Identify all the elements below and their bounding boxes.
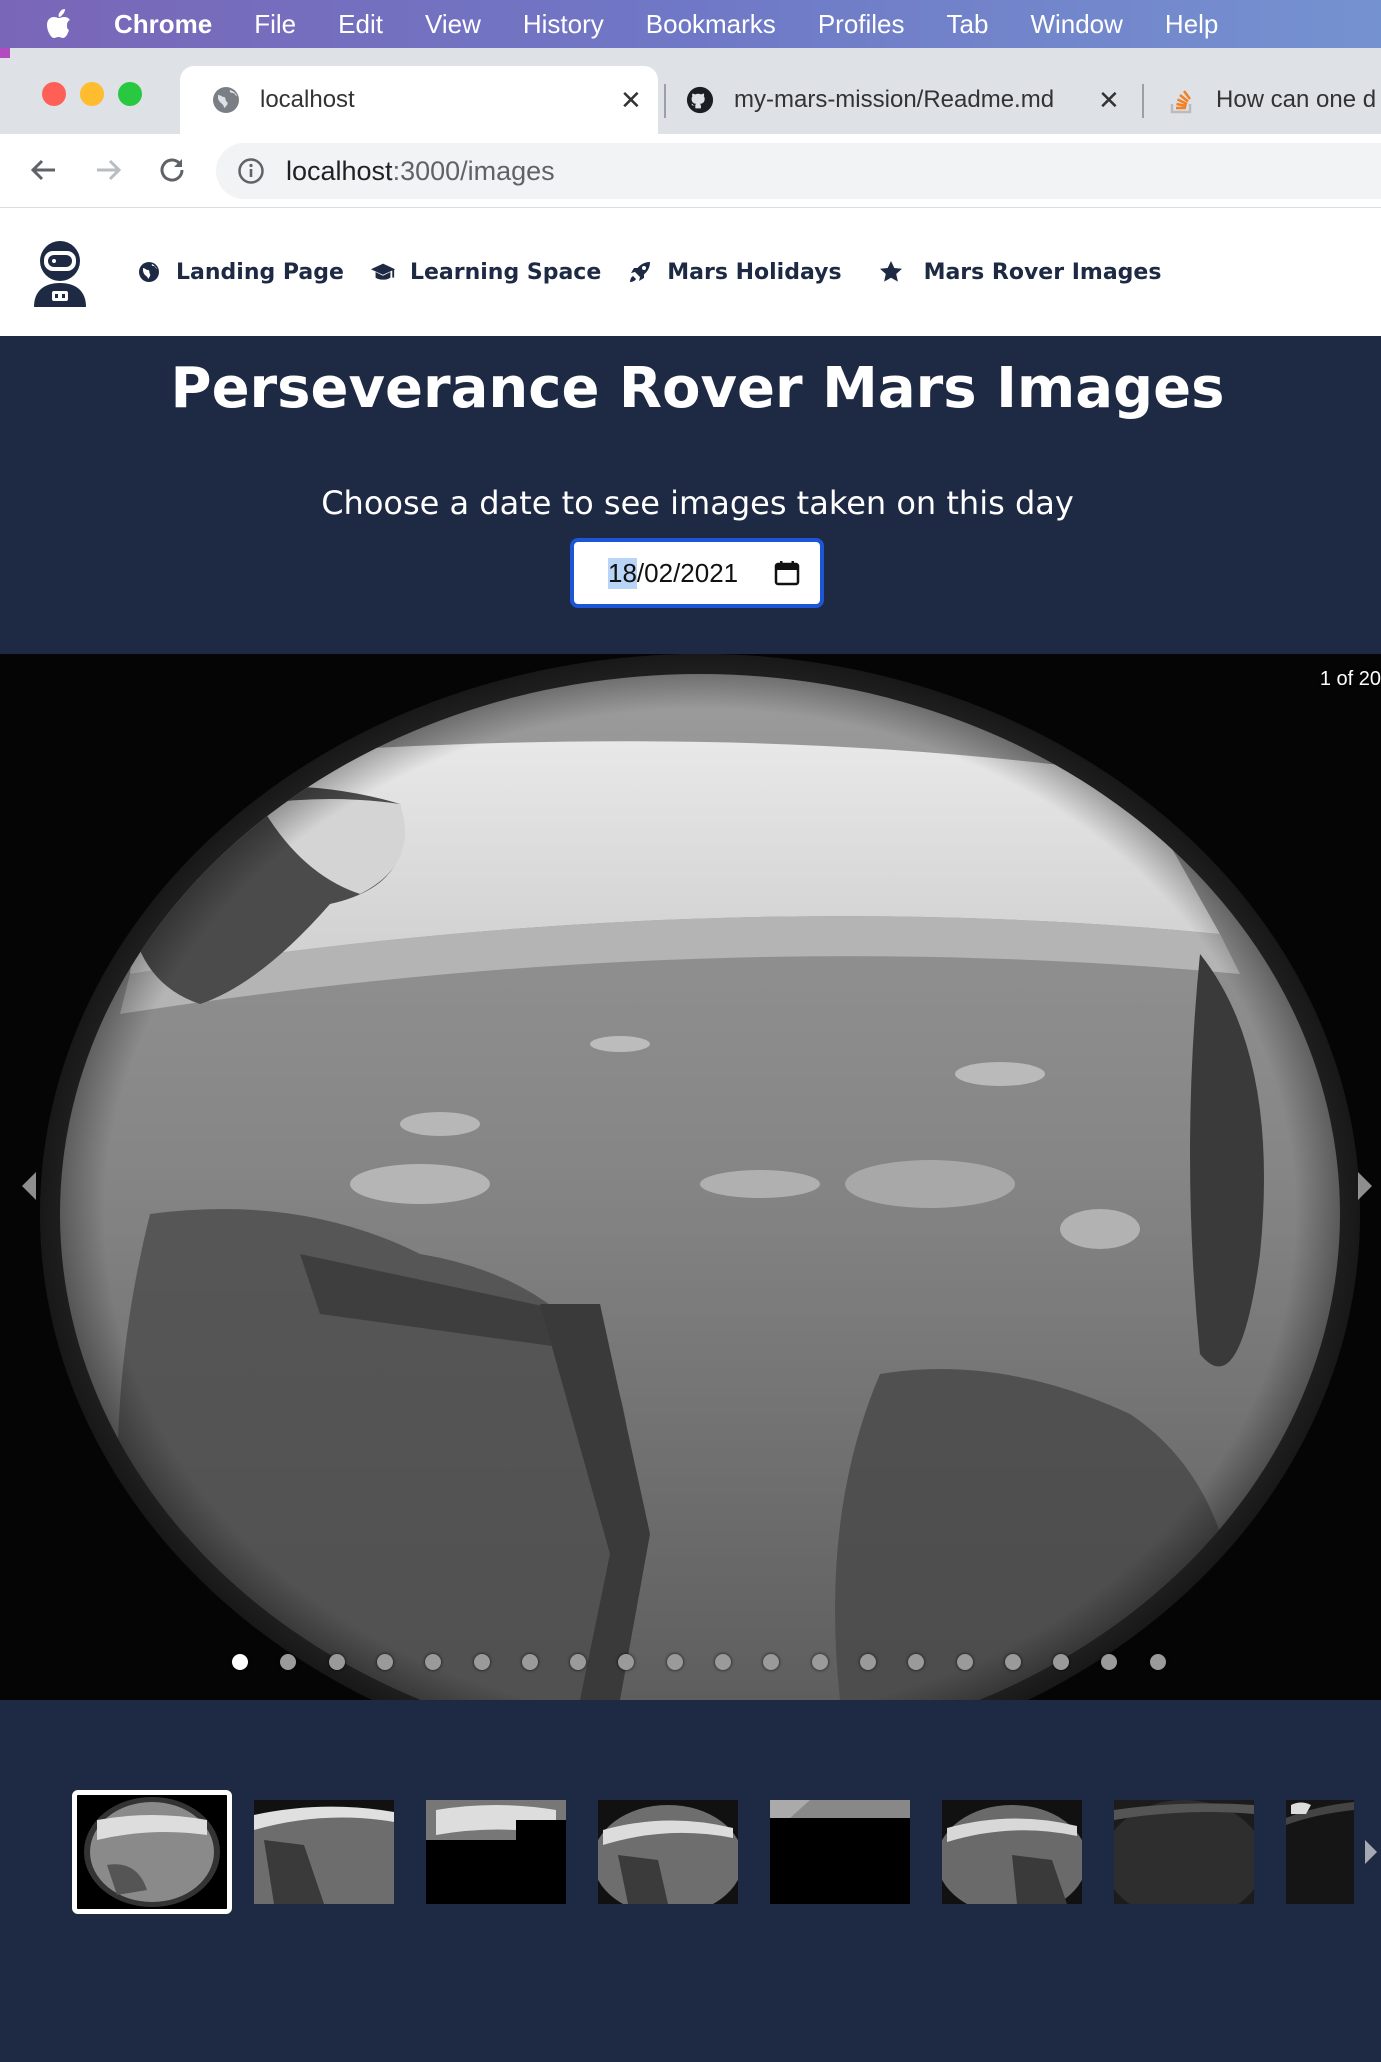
star-icon	[878, 259, 904, 285]
nav-link-label: Landing Page	[176, 259, 344, 285]
stackoverflow-icon	[1168, 86, 1196, 114]
window-controls	[42, 82, 142, 106]
thumbnail-next-arrow-icon[interactable]	[1359, 1836, 1381, 1868]
thumbnail-5[interactable]	[770, 1800, 910, 1904]
tab-stackoverflow[interactable]: How can one d	[1168, 66, 1381, 134]
tab-close-button[interactable]: ✕	[1098, 85, 1120, 116]
apple-icon[interactable]	[44, 9, 74, 39]
macos-menu-bar: Chrome File Edit View History Bookmarks …	[0, 0, 1381, 48]
carousel-dot-17[interactable]	[1004, 1654, 1021, 1670]
nav-mars-rover-images[interactable]: Mars Rover Images	[878, 259, 1162, 285]
thumbnail-3[interactable]	[426, 1800, 566, 1904]
tab-close-button[interactable]: ✕	[620, 85, 642, 116]
menu-view[interactable]: View	[425, 9, 481, 40]
menu-app-chrome[interactable]: Chrome	[114, 9, 212, 40]
arrow-left-icon	[29, 155, 59, 189]
window-corner	[0, 48, 10, 58]
carousel-dot-4[interactable]	[376, 1654, 393, 1670]
menu-bookmarks[interactable]: Bookmarks	[646, 9, 776, 40]
menu-history[interactable]: History	[523, 9, 604, 40]
tab-separator	[664, 84, 666, 118]
image-carousel: 1 of 20	[0, 654, 1381, 1700]
carousel-dot-1[interactable]	[232, 1654, 248, 1670]
date-day-segment[interactable]: 18	[608, 557, 637, 589]
address-bar[interactable]: localhost:3000/images	[216, 143, 1381, 199]
nav-mars-holidays[interactable]: Mars Holidays	[627, 259, 842, 285]
minimize-window-button[interactable]	[80, 82, 104, 106]
menu-edit[interactable]: Edit	[338, 9, 383, 40]
carousel-dot-11[interactable]	[715, 1654, 731, 1670]
carousel-dot-8[interactable]	[570, 1654, 587, 1670]
date-input[interactable]: 18/02/2021	[570, 538, 824, 608]
date-rest-segment[interactable]: /02/2021	[637, 558, 738, 589]
date-prompt: Choose a date to see images taken on thi…	[321, 484, 1074, 522]
reload-icon	[157, 155, 187, 189]
tab-localhost[interactable]: localhost ✕	[180, 66, 658, 134]
site-navbar: Landing Page Learning Space Mars Holiday…	[0, 208, 1381, 336]
carousel-dot-13[interactable]	[811, 1654, 828, 1670]
carousel-dot-10[interactable]	[666, 1654, 683, 1670]
graduation-cap-icon	[370, 259, 396, 285]
nav-link-label: Learning Space	[409, 259, 602, 285]
carousel-dot-3[interactable]	[328, 1654, 345, 1670]
info-icon[interactable]	[236, 156, 266, 186]
tab-github-readme[interactable]: my-mars-mission/Readme.md ✕	[686, 66, 1146, 134]
nav-link-label: Mars Holidays	[667, 259, 842, 285]
thumbnail-8[interactable]	[1286, 1800, 1354, 1904]
carousel-dot-7[interactable]	[521, 1654, 538, 1670]
forward-button[interactable]	[88, 152, 128, 192]
astronaut-logo-icon[interactable]	[30, 237, 90, 307]
nav-learning-space[interactable]: Learning Space	[370, 259, 601, 285]
thumbnail-7[interactable]	[1114, 1800, 1254, 1904]
tab-title: localhost	[260, 86, 355, 113]
carousel-dot-6[interactable]	[473, 1654, 490, 1670]
nav-landing-page[interactable]: Landing Page	[136, 259, 344, 285]
menu-tab[interactable]: Tab	[947, 9, 989, 40]
carousel-next-arrow-icon[interactable]	[1350, 1166, 1380, 1206]
tab-title: How can one d	[1216, 86, 1377, 113]
thumbnail-strip	[0, 1700, 1381, 2062]
slide-counter: 1 of 20	[1319, 668, 1381, 690]
url-host: localhost	[286, 155, 393, 186]
arrow-right-icon	[93, 155, 123, 189]
browser-tab-strip: localhost ✕ my-mars-mission/Readme.md ✕ …	[0, 48, 1381, 134]
mars-surface-image[interactable]	[0, 654, 1381, 1700]
calendar-icon[interactable]	[774, 560, 800, 586]
carousel-dot-14[interactable]	[859, 1654, 876, 1670]
menu-help[interactable]: Help	[1165, 9, 1218, 40]
globe-icon	[212, 86, 240, 114]
page-title: Perseverance Rover Mars Images	[170, 356, 1225, 421]
close-window-button[interactable]	[42, 82, 66, 106]
nav-link-label: Mars Rover Images	[923, 259, 1162, 285]
thumbnail-1[interactable]	[72, 1790, 232, 1914]
menu-window[interactable]: Window	[1030, 9, 1122, 40]
tab-separator	[1142, 84, 1144, 118]
rocket-icon	[627, 259, 653, 285]
main-content: Perseverance Rover Mars Images Choose a …	[0, 336, 1381, 2062]
thumbnail-6[interactable]	[942, 1800, 1082, 1904]
thumbnail-2[interactable]	[254, 1800, 394, 1904]
reload-button[interactable]	[152, 152, 192, 192]
menu-file[interactable]: File	[254, 9, 296, 40]
tab-title: my-mars-mission/Readme.md	[734, 86, 1055, 113]
carousel-dot-20[interactable]	[1149, 1654, 1166, 1670]
carousel-prev-arrow-icon[interactable]	[14, 1166, 44, 1206]
menu-profiles[interactable]: Profiles	[818, 9, 905, 40]
url-path: :3000/images	[392, 155, 555, 186]
browser-toolbar: localhost:3000/images	[0, 134, 1381, 208]
github-icon	[686, 86, 714, 114]
carousel-dot-18[interactable]	[1053, 1654, 1070, 1670]
carousel-dot-16[interactable]	[956, 1654, 973, 1670]
thumbnail-4[interactable]	[598, 1800, 738, 1904]
url-text: localhost:3000/images	[286, 156, 555, 187]
zoom-window-button[interactable]	[118, 82, 142, 106]
back-button[interactable]	[24, 152, 64, 192]
globe-icon	[136, 259, 162, 285]
